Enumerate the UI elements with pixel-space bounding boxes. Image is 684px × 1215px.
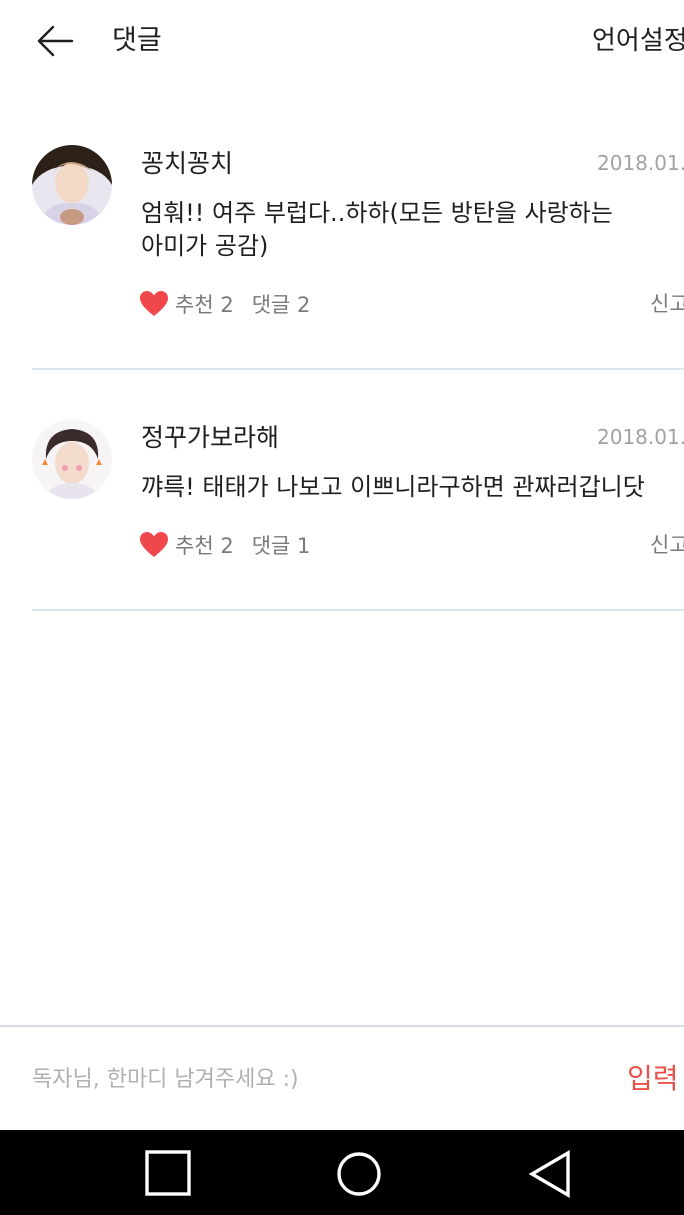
comment-text-line: 꺄륵! 태태가 나보고 이쁘니라구하면 관짜러갑니닷 — [141, 473, 645, 501]
avatar[interactable] — [32, 145, 112, 225]
submit-button[interactable]: 입력 — [627, 1061, 679, 1097]
app-header: 댓글 언어설정 — [0, 0, 684, 84]
reply-button[interactable]: 댓글 1 — [252, 530, 311, 560]
back-button[interactable] — [30, 20, 80, 62]
triangle-icon — [528, 1150, 570, 1198]
avatar-image — [32, 419, 112, 499]
comment-input[interactable] — [32, 1055, 592, 1103]
comment-input-bar: 입력 — [0, 1025, 684, 1130]
comment-date: 2018.01.14 — [597, 425, 684, 449]
divider — [32, 368, 684, 370]
divider — [32, 609, 684, 611]
heart-icon[interactable] — [139, 531, 169, 559]
square-icon — [145, 1150, 191, 1196]
arrow-left-icon — [37, 25, 74, 57]
avatar-image — [32, 145, 112, 225]
comment-author[interactable]: 정꾸가보라해 — [141, 422, 279, 454]
home-button[interactable] — [335, 1150, 383, 1198]
comment-actions: 추천 2 댓글 2 — [139, 288, 310, 320]
page-title: 댓글 — [112, 25, 162, 56]
report-button[interactable]: 신고 — [650, 288, 684, 320]
reply-button[interactable]: 댓글 2 — [252, 289, 311, 319]
like-button[interactable]: 추천 2 — [175, 289, 234, 319]
circle-icon — [337, 1152, 381, 1196]
system-navigation-bar — [0, 1130, 684, 1215]
comment-author[interactable]: 꽁치꽁치 — [141, 148, 233, 180]
report-button[interactable]: 신고 — [650, 529, 684, 561]
heart-icon[interactable] — [139, 290, 169, 318]
comment-text-line: 아미가 공감) — [141, 232, 269, 260]
like-button[interactable]: 추천 2 — [175, 530, 234, 560]
recent-apps-button[interactable] — [145, 1150, 193, 1198]
avatar[interactable] — [32, 419, 112, 499]
comment-actions: 추천 2 댓글 1 — [139, 529, 310, 561]
nav-back-button[interactable] — [527, 1150, 575, 1198]
comment-date: 2018.01.14 — [597, 151, 684, 175]
comment-text-line: 엄훠!! 여주 부럽다..하하(모든 방탄을 사랑하는 — [141, 199, 613, 227]
language-settings-button[interactable]: 언어설정 — [592, 24, 684, 58]
